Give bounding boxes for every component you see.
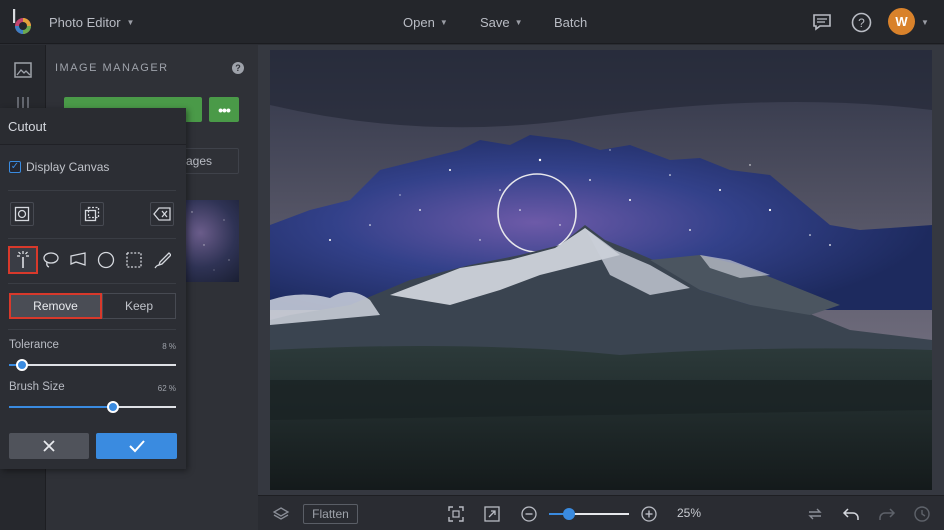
divider: [8, 238, 176, 239]
divider: [8, 283, 176, 284]
mountain-night-photo[interactable]: [270, 50, 932, 490]
checkmark-icon: [128, 440, 145, 453]
chevron-down-icon: ▼: [514, 17, 523, 27]
batch-button[interactable]: Batch: [546, 10, 595, 34]
invert-selection-tool[interactable]: [80, 202, 104, 226]
brush-size-value: 62 %: [157, 384, 176, 393]
flatten-button[interactable]: Flatten: [303, 504, 358, 524]
cancel-button[interactable]: [9, 433, 89, 459]
rectangle-select-tool[interactable]: [121, 247, 147, 273]
user-avatar[interactable]: W: [888, 8, 915, 35]
display-canvas-toggle[interactable]: ✓ Display Canvas: [9, 160, 109, 174]
zoom-level: 25%: [677, 506, 702, 520]
zoom-out-icon[interactable]: [520, 505, 538, 523]
magic-wand-tool[interactable]: [8, 246, 38, 274]
keep-mode-button[interactable]: Keep: [102, 293, 176, 319]
batch-label: Batch: [554, 14, 588, 30]
actual-size-icon[interactable]: [483, 505, 501, 523]
tolerance-slider-thumb[interactable]: [16, 359, 29, 371]
brush-size-slider[interactable]: [9, 401, 176, 413]
image-icon[interactable]: [12, 59, 34, 81]
cutout-panel: Cutout ✓ Display Canvas Remove Keep Tole…: [0, 108, 186, 469]
tolerance-slider[interactable]: [9, 359, 176, 371]
help-icon[interactable]: ?: [850, 11, 872, 33]
ellipse-select-tool[interactable]: [93, 247, 119, 273]
undo-icon[interactable]: [842, 505, 860, 523]
close-icon: [43, 440, 55, 452]
cutout-title: Cutout: [8, 119, 47, 134]
help-icon[interactable]: ?: [232, 62, 244, 74]
brush-size-slider-fill: [9, 406, 113, 408]
layers-icon[interactable]: [272, 505, 290, 523]
apply-button[interactable]: [96, 433, 177, 459]
display-canvas-label: Display Canvas: [26, 160, 110, 174]
divider: [8, 190, 176, 191]
history-icon[interactable]: [913, 505, 931, 523]
remove-mode-button[interactable]: Remove: [9, 293, 102, 319]
zoom-slider[interactable]: [549, 508, 629, 520]
images-tab[interactable]: ages: [181, 148, 239, 174]
chevron-down-icon[interactable]: ▼: [921, 18, 929, 27]
top-bar: Photo Editor ▼ Open ▼ Save ▼ Batch ? W ▼: [0, 0, 944, 44]
image-thumbnail[interactable]: [184, 200, 239, 282]
svg-text:?: ?: [858, 16, 865, 30]
canvas-area: [258, 45, 944, 495]
tolerance-value: 8 %: [162, 342, 176, 351]
brush-size-label: Brush Size: [9, 381, 65, 393]
cutout-preview-tool[interactable]: [10, 202, 34, 226]
display-canvas-checkbox[interactable]: ✓: [9, 161, 21, 173]
zoom-slider-thumb[interactable]: [563, 508, 575, 520]
lasso-tool[interactable]: [38, 247, 64, 273]
clear-selection-tool[interactable]: [150, 202, 174, 226]
chevron-down-icon: ▼: [126, 17, 135, 27]
save-menu[interactable]: Save ▼: [472, 10, 531, 34]
app-title: Photo Editor: [49, 14, 121, 30]
more-options-button[interactable]: •••: [209, 97, 239, 122]
open-label: Open: [403, 14, 435, 30]
flip-compare-icon[interactable]: [806, 505, 824, 523]
app-title-dropdown[interactable]: Photo Editor ▼: [40, 10, 143, 34]
image-manager-title: IMAGE MANAGER: [55, 62, 169, 74]
befunky-logo-icon[interactable]: [10, 8, 36, 36]
bottom-toolbar: Flatten 25%: [258, 495, 944, 530]
save-label: Save: [480, 14, 510, 30]
brush-size-slider-thumb[interactable]: [106, 401, 119, 413]
comments-icon[interactable]: [811, 11, 833, 33]
tolerance-label: Tolerance: [9, 339, 59, 351]
fit-to-screen-icon[interactable]: [447, 505, 465, 523]
cutout-header: Cutout: [0, 108, 186, 145]
open-menu[interactable]: Open ▼: [395, 10, 456, 34]
redo-icon[interactable]: [878, 505, 896, 523]
brush-tool[interactable]: [149, 247, 175, 273]
zoom-in-icon[interactable]: [640, 505, 658, 523]
divider: [8, 329, 176, 330]
chevron-down-icon: ▼: [439, 17, 448, 27]
polygon-lasso-tool[interactable]: [65, 247, 91, 273]
